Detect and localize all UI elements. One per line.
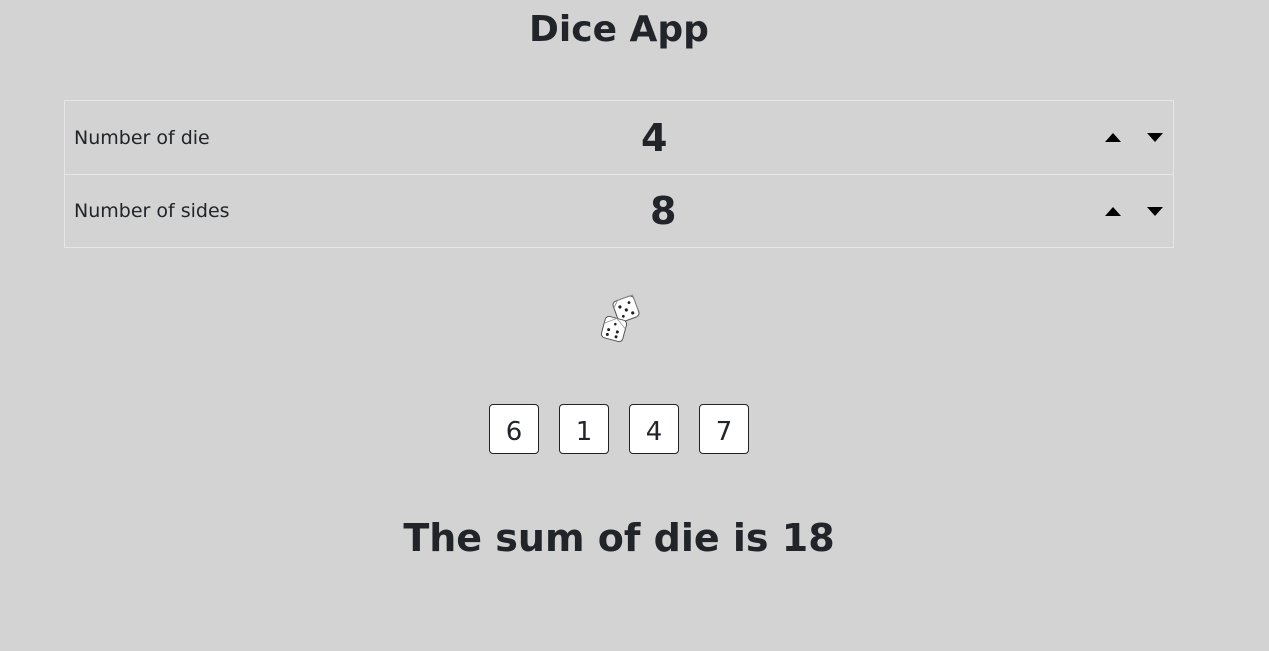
die-decrement-button[interactable] xyxy=(1146,129,1164,147)
dice-icon xyxy=(600,294,640,343)
number-of-sides-value: 8 xyxy=(650,189,677,233)
page-title: Dice App xyxy=(529,9,709,50)
sides-decrement-button[interactable] xyxy=(1146,202,1164,220)
number-of-die-label: Number of die xyxy=(74,126,210,149)
die-result: 6 xyxy=(489,404,539,454)
caret-up-icon xyxy=(1105,133,1121,142)
die-result: 7 xyxy=(699,404,749,454)
setting-row-sides: Number of sides 8 xyxy=(65,174,1173,247)
caret-down-icon xyxy=(1147,133,1163,142)
settings-table: Number of die 4 Number of sides 8 xyxy=(64,100,1174,248)
number-of-sides-label: Number of sides xyxy=(74,200,230,222)
sides-increment-button[interactable] xyxy=(1104,202,1122,220)
roll-dice-button[interactable] xyxy=(596,292,646,348)
sum-text: The sum of die is 18 xyxy=(403,516,835,560)
caret-up-icon xyxy=(1105,206,1121,216)
number-of-sides-stepper xyxy=(1104,175,1164,247)
number-of-die-stepper xyxy=(1104,101,1164,174)
die-increment-button[interactable] xyxy=(1104,129,1122,147)
caret-down-icon xyxy=(1147,206,1163,216)
die-result: 1 xyxy=(559,404,609,454)
dice-results: 6 1 4 7 xyxy=(489,404,749,454)
die-result: 4 xyxy=(629,404,679,454)
number-of-die-value: 4 xyxy=(641,115,668,160)
setting-row-die: Number of die 4 xyxy=(65,101,1173,174)
